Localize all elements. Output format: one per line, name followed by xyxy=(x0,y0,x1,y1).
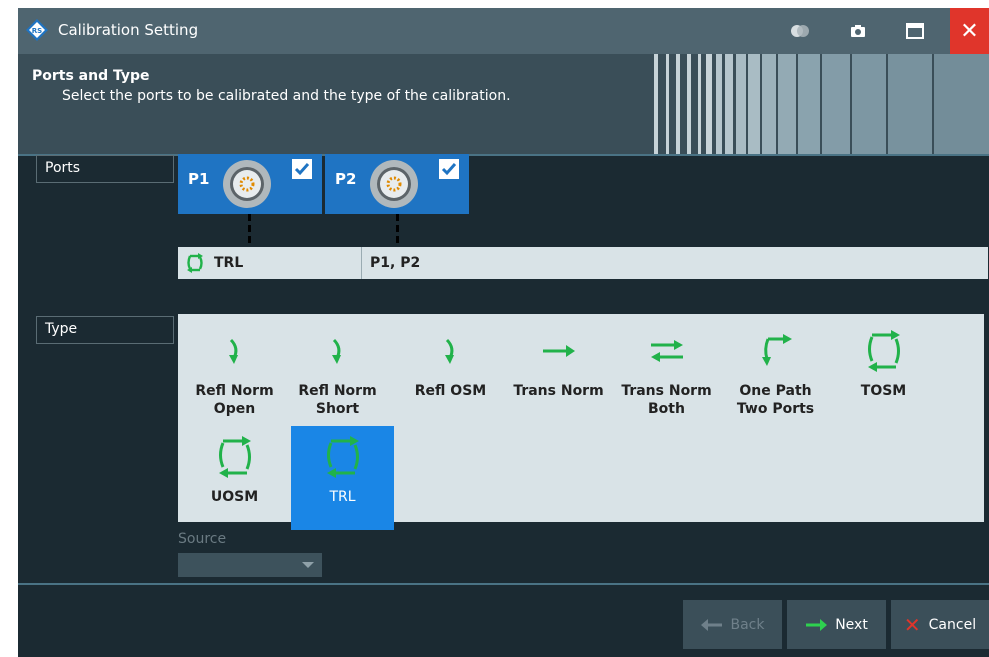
type-option-trans-norm[interactable]: Trans Norm xyxy=(507,320,610,424)
checkmark-icon xyxy=(441,163,457,176)
source-dropdown[interactable] xyxy=(178,553,322,577)
footer-separator xyxy=(18,583,989,585)
port-p1-label: P1 xyxy=(188,170,210,188)
calibration-setting-window: RS Calibration Setting ✕ Ports and Type … xyxy=(18,8,989,657)
type-option-one-path-two-ports[interactable]: One Path Two Ports xyxy=(724,320,827,424)
trans-norm-both-icon xyxy=(650,340,683,362)
wizard-header: Ports and Type Select the ports to be ca… xyxy=(18,54,989,154)
type-label: Trans Norm Both xyxy=(621,383,712,417)
page-subtitle: Select the ports to be calibrated and th… xyxy=(62,88,511,104)
page-title: Ports and Type xyxy=(32,68,150,84)
type-label: TOSM xyxy=(860,383,907,399)
transparency-toggle-icon[interactable] xyxy=(789,20,811,42)
checkmark-icon xyxy=(294,163,310,176)
type-label: Refl Norm Short xyxy=(298,383,377,417)
cancel-button-label: Cancel xyxy=(928,616,977,633)
refl-norm-short-icon xyxy=(331,338,341,364)
cancel-x-icon: ✕ xyxy=(903,612,921,637)
type-label: Refl OSM xyxy=(414,383,487,399)
calibration-ports-text: P1, P2 xyxy=(370,255,421,271)
cancel-button[interactable]: ✕ Cancel xyxy=(891,600,989,649)
type-section-label: Type xyxy=(36,316,174,344)
header-stripes-decoration xyxy=(654,54,989,154)
port-p1-link-line xyxy=(248,214,251,248)
type-option-tosm[interactable]: TOSM xyxy=(832,320,935,424)
one-path-two-ports-icon xyxy=(761,334,792,366)
uosm-icon xyxy=(218,436,251,478)
port-p1[interactable]: P1 xyxy=(178,154,322,214)
type-option-trans-norm-both[interactable]: Trans Norm Both xyxy=(615,320,718,424)
ports-section-label: Ports xyxy=(36,155,174,183)
maximize-icon[interactable] xyxy=(904,20,926,42)
calibration-type-text: TRL xyxy=(214,255,244,271)
connector-icon xyxy=(223,160,271,208)
trl-icon xyxy=(187,253,203,273)
port-p2-link-line xyxy=(396,214,399,248)
tosm-icon xyxy=(867,330,900,372)
calibration-type-panel: Refl Norm Open Refl Norm Short Refl OSM Tr… xyxy=(178,314,984,530)
type-option-refl-osm[interactable]: Refl OSM xyxy=(399,320,502,424)
type-option-refl-norm-short[interactable]: Refl Norm Short xyxy=(286,320,389,424)
refl-osm-icon xyxy=(444,338,454,364)
port-p1-checkbox[interactable] xyxy=(292,159,312,179)
close-button[interactable]: ✕ xyxy=(950,8,989,54)
window-title: Calibration Setting xyxy=(58,21,199,39)
port-p2[interactable]: P2 xyxy=(325,154,469,214)
connector-icon xyxy=(370,160,418,208)
type-option-trl[interactable]: TRL xyxy=(291,426,394,530)
title-bar: RS Calibration Setting ✕ xyxy=(18,8,989,54)
type-option-uosm[interactable]: UOSM xyxy=(183,426,286,530)
calibration-assignment-row[interactable]: TRL P1, P2 xyxy=(178,247,988,279)
next-button[interactable]: Next xyxy=(787,600,886,649)
source-label: Source xyxy=(178,531,227,547)
type-label: UOSM xyxy=(210,489,259,505)
back-button[interactable]: Back xyxy=(683,600,782,649)
port-p2-label: P2 xyxy=(335,170,357,188)
next-button-label: Next xyxy=(835,616,868,633)
type-label: Trans Norm xyxy=(513,383,604,399)
trl-icon xyxy=(326,436,359,478)
chevron-down-icon xyxy=(302,562,314,568)
calibration-type-cell: TRL xyxy=(178,247,362,279)
type-option-refl-norm-open[interactable]: Refl Norm Open xyxy=(183,320,286,424)
type-label: One Path Two Ports xyxy=(736,383,815,417)
close-icon: ✕ xyxy=(960,18,979,44)
camera-icon[interactable] xyxy=(847,20,869,42)
rohde-schwarz-logo-icon: RS xyxy=(26,19,48,41)
port-p2-checkbox[interactable] xyxy=(439,159,459,179)
type-label: Refl Norm Open xyxy=(195,383,274,417)
trans-norm-icon xyxy=(542,345,575,357)
refl-norm-open-icon xyxy=(228,338,238,364)
arrow-right-icon xyxy=(806,618,828,631)
type-label: TRL xyxy=(329,489,356,505)
back-button-label: Back xyxy=(730,616,765,633)
arrow-left-icon xyxy=(700,618,722,631)
svg-text:RS: RS xyxy=(32,27,42,35)
